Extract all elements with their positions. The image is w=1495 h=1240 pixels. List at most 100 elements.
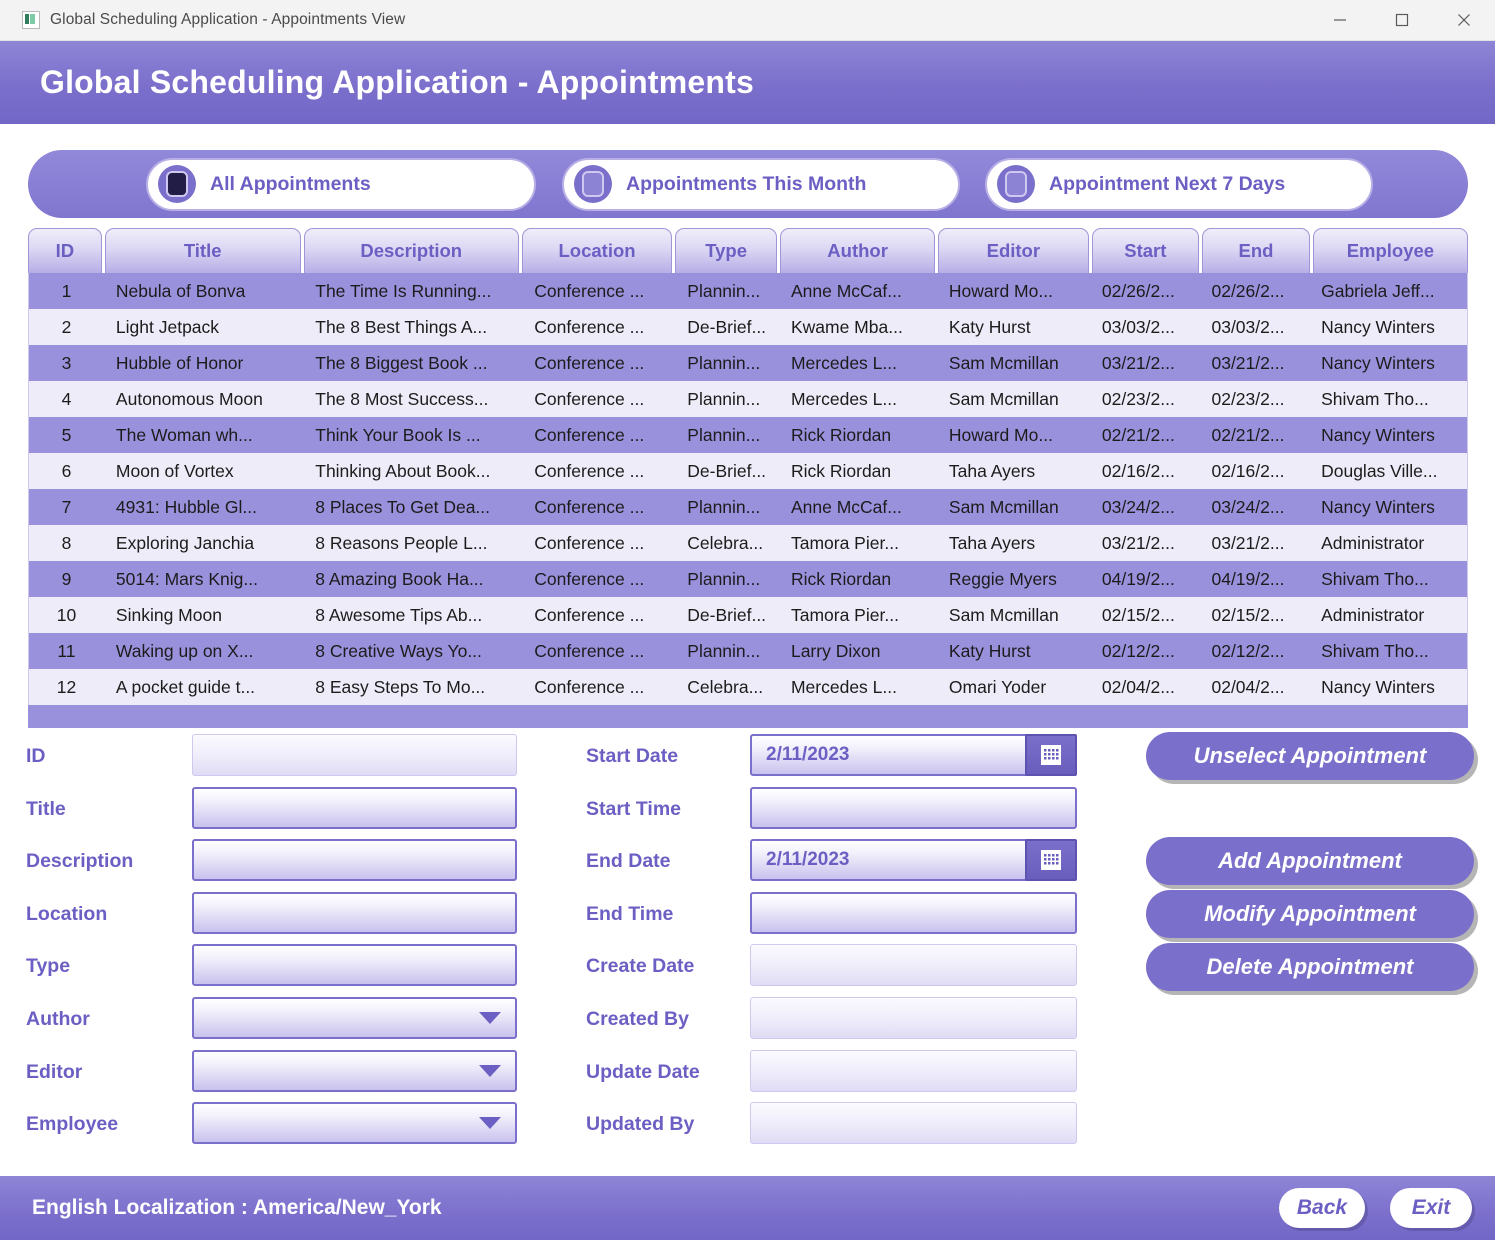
label-location: Location	[26, 902, 108, 925]
filter-radio-group: All Appointments Appointments This Month…	[28, 150, 1468, 218]
unselect-appointment-button[interactable]: Unselect Appointment	[1146, 732, 1474, 780]
add-appointment-button[interactable]: Add Appointment	[1146, 837, 1474, 885]
cell-author: Anne McCaf...	[790, 496, 902, 517]
cell-author: Rick Riordan	[790, 460, 892, 481]
cell-location: Conference ...	[534, 424, 645, 445]
table-row[interactable]: 4 Autonomous Moon The 8 Most Success... Con…	[29, 381, 1467, 417]
maximize-icon[interactable]	[1371, 0, 1433, 40]
table-header-row: ID Title Description Location Type Author Edit…	[28, 228, 1468, 273]
cell-end: 02/23/2...	[1211, 388, 1285, 409]
column-header-author[interactable]: Author	[780, 228, 936, 273]
close-icon[interactable]	[1433, 0, 1495, 40]
select-author[interactable]	[192, 997, 517, 1039]
cell-title: Moon of Vortex	[115, 460, 234, 481]
column-header-location[interactable]: Location	[521, 228, 673, 273]
localization-status: English Localization : America/New_York	[32, 1196, 442, 1219]
input-location[interactable]	[192, 891, 517, 934]
cell-end: 04/19/2...	[1211, 568, 1285, 589]
cell-id: 8	[61, 532, 72, 553]
calendar-picker-button[interactable]	[1025, 734, 1077, 776]
cell-id: 12	[56, 676, 77, 697]
input-type[interactable]	[192, 944, 517, 987]
cell-type: Plannin...	[687, 388, 761, 409]
table-row[interactable]: 7 4931: Hubble Gl... 8 Places To Get Dea..…	[29, 489, 1467, 525]
column-header-start[interactable]: Start	[1091, 228, 1200, 273]
input-start-time[interactable]	[750, 786, 1077, 829]
exit-button[interactable]: Exit	[1390, 1188, 1472, 1228]
table-row[interactable]: 8 Exploring Janchia 8 Reasons People L... C…	[29, 525, 1467, 561]
column-header-id[interactable]: ID	[28, 228, 102, 273]
radio-appointments-this-month[interactable]: Appointments This Month	[562, 157, 960, 211]
table-row[interactable]: 12 A pocket guide t... 8 Easy Steps To Mo.…	[29, 669, 1467, 705]
cell-author: Anne McCaf...	[790, 280, 902, 301]
cell-editor: Howard Mo...	[948, 280, 1053, 301]
radio-all-appointments[interactable]: All Appointments	[146, 157, 536, 211]
cell-author: Larry Dixon	[790, 640, 881, 661]
cell-type: Plannin...	[687, 640, 761, 661]
cell-description: The Time Is Running...	[315, 280, 492, 301]
cell-start: 04/19/2...	[1101, 568, 1175, 589]
delete-appointment-button[interactable]: Delete Appointment	[1146, 943, 1474, 991]
cell-employee: Administrator	[1321, 604, 1425, 625]
table-row[interactable]: 6 Moon of Vortex Thinking About Book... Con…	[29, 453, 1467, 489]
radio-indicator-icon	[158, 165, 196, 203]
cell-location: Conference ...	[534, 604, 645, 625]
chevron-down-icon[interactable]	[479, 1064, 501, 1077]
cell-type: De-Brief...	[687, 316, 767, 337]
cell-type: Celebra...	[687, 532, 764, 553]
table-row[interactable]: 2 Light Jetpack The 8 Best Things A... Conf…	[29, 309, 1467, 345]
table-row[interactable]: 11 Waking up on X... 8 Creative Ways Yo...…	[29, 633, 1467, 669]
cell-description: 8 Reasons People L...	[315, 532, 488, 553]
app-icon	[22, 11, 40, 29]
cell-employee: Nancy Winters	[1321, 676, 1435, 697]
table-filler	[28, 705, 1468, 728]
cell-description: 8 Easy Steps To Mo...	[315, 676, 486, 697]
table-row[interactable]: 5 The Woman wh... Think Your Book Is ... Co…	[29, 417, 1467, 453]
appointments-table: ID Title Description Location Type Author Edit…	[28, 228, 1468, 728]
input-description[interactable]	[192, 839, 517, 882]
footer-bar: English Localization : America/New_York …	[0, 1176, 1495, 1240]
radio-appointment-next-7-days[interactable]: Appointment Next 7 Days	[985, 157, 1373, 211]
select-editor[interactable]	[192, 1049, 517, 1092]
table-row[interactable]: 10 Sinking Moon 8 Awesome Tips Ab... Confer…	[29, 597, 1467, 633]
input-end-time[interactable]	[750, 891, 1077, 934]
minimize-icon[interactable]	[1309, 0, 1371, 40]
cell-end: 03/03/2...	[1211, 316, 1285, 337]
cell-start: 02/23/2...	[1101, 388, 1175, 409]
column-header-type[interactable]: Type	[675, 228, 778, 273]
table-row[interactable]: 1 Nebula of Bonva The Time Is Running... Co…	[29, 273, 1467, 309]
input-title[interactable]	[192, 786, 517, 829]
cell-description: 8 Creative Ways Yo...	[315, 640, 482, 661]
cell-employee: Gabriela Jeff...	[1321, 280, 1435, 301]
date-input-end-date[interactable]: 2/11/2023	[750, 839, 1077, 882]
cell-type: Plannin...	[687, 352, 761, 373]
cell-title: Waking up on X...	[115, 640, 254, 661]
column-header-description[interactable]: Description	[303, 228, 519, 273]
cell-type: Plannin...	[687, 424, 761, 445]
cell-author: Mercedes L...	[790, 388, 897, 409]
column-header-employee[interactable]: Employee	[1312, 228, 1468, 273]
cell-description: The 8 Best Things A...	[315, 316, 488, 337]
label-type: Type	[26, 955, 71, 978]
label-id: ID	[26, 745, 46, 767]
date-input-start-date[interactable]: 2/11/2023	[750, 734, 1077, 776]
back-button[interactable]: Back	[1279, 1188, 1365, 1228]
cell-type: Plannin...	[687, 496, 761, 517]
table-row[interactable]: 9 5014: Mars Knig... 8 Amazing Book Ha... C…	[29, 561, 1467, 597]
cell-title: The Woman wh...	[115, 424, 253, 445]
chevron-down-icon[interactable]	[479, 1117, 501, 1130]
column-header-title[interactable]: Title	[104, 228, 301, 273]
cell-author: Kwame Mba...	[790, 316, 903, 337]
column-header-editor[interactable]: Editor	[938, 228, 1089, 273]
radio-indicator-icon	[574, 165, 612, 203]
cell-end: 02/26/2...	[1211, 280, 1285, 301]
cell-end: 03/24/2...	[1211, 496, 1285, 517]
modify-appointment-button[interactable]: Modify Appointment	[1146, 890, 1474, 938]
table-row[interactable]: 3 Hubble of Honor The 8 Biggest Book ... Co…	[29, 345, 1467, 381]
chevron-down-icon[interactable]	[479, 1012, 501, 1024]
column-header-end[interactable]: End	[1202, 228, 1310, 273]
calendar-picker-button[interactable]	[1025, 839, 1077, 882]
select-employee[interactable]	[192, 1102, 517, 1145]
cell-employee: Shivam Tho...	[1321, 640, 1429, 661]
cell-employee: Nancy Winters	[1321, 316, 1435, 337]
